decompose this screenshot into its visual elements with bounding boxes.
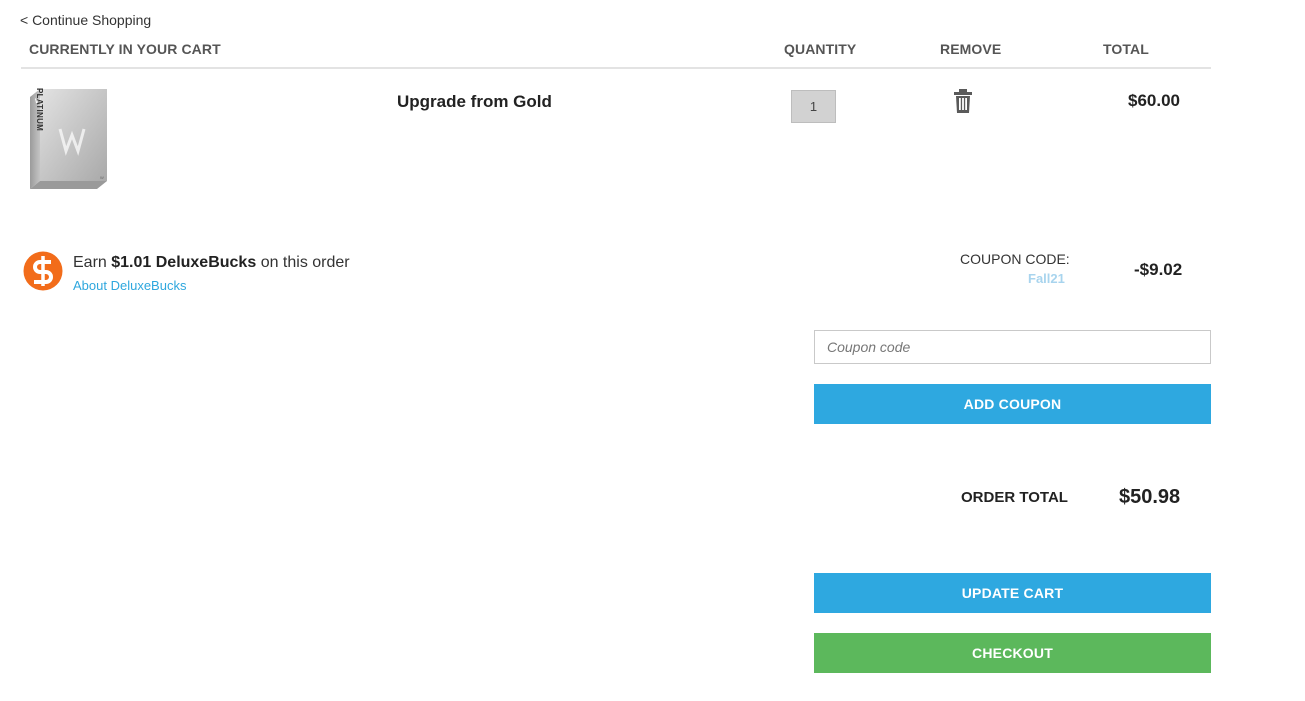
trash-icon[interactable] (953, 89, 973, 113)
about-deluxebucks-link[interactable]: About DeluxeBucks (73, 278, 186, 293)
order-total-value: $50.98 (1119, 486, 1181, 508)
deluxebucks-earn-text: Earn $1.01 DeluxeBucks on this order (73, 254, 350, 272)
quantity-input[interactable] (791, 90, 836, 123)
applied-coupon-code[interactable]: Fall21 (1028, 271, 1065, 286)
coupon-discount: -$9.02 (1134, 260, 1183, 279)
remove-header: REMOVE (940, 41, 1002, 57)
add-coupon-button[interactable]: ADD COUPON (814, 384, 1211, 424)
dollar-coin-icon (23, 251, 63, 291)
order-total-label: ORDER TOTAL (961, 489, 1068, 506)
product-name[interactable]: Upgrade from Gold (397, 92, 552, 112)
cart-items-header: CURRENTLY IN YOUR CART (29, 41, 221, 57)
earn-amount: $1.01 DeluxeBucks (111, 254, 257, 271)
svg-text:W: W (100, 175, 104, 180)
update-cart-button[interactable]: UPDATE CART (814, 573, 1211, 613)
coupon-code-input[interactable] (814, 330, 1211, 364)
quantity-header: QUANTITY (784, 41, 857, 57)
coupon-code-label: COUPON CODE: (960, 251, 1070, 267)
checkout-button[interactable]: CHECKOUT (814, 633, 1211, 673)
earn-prefix: Earn (73, 254, 107, 271)
product-box-label: PLATINUM (35, 88, 44, 132)
header-divider (21, 67, 1211, 69)
earn-suffix: on this order (260, 254, 350, 271)
line-item-total: $60.00 (1128, 91, 1180, 110)
total-header: TOTAL (1103, 41, 1149, 57)
continue-shopping-link[interactable]: < Continue Shopping (20, 12, 151, 28)
